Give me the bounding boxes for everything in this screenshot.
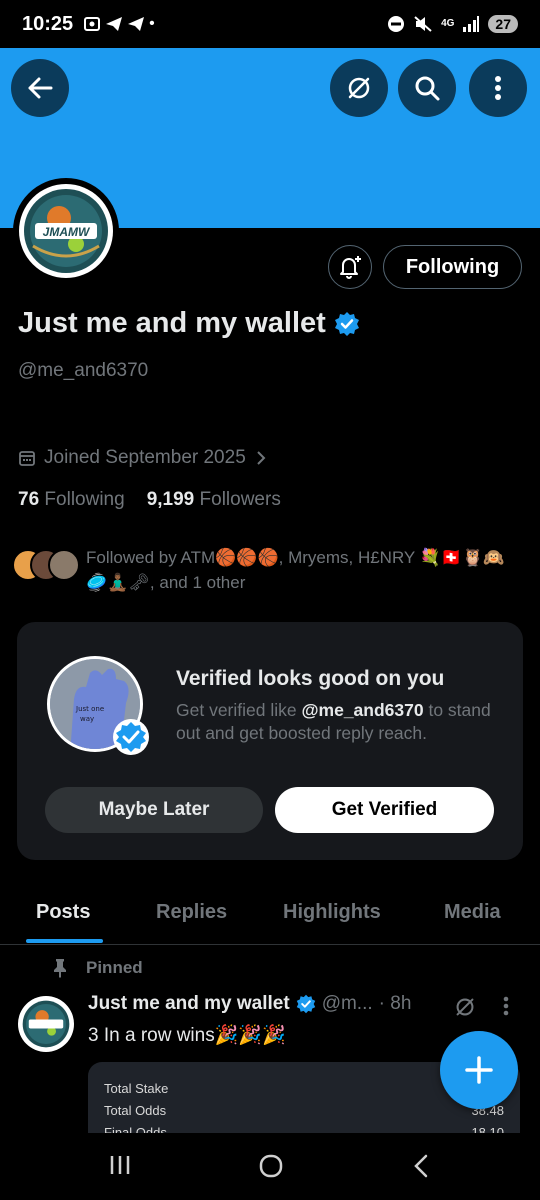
search-icon [415,76,440,101]
grok-icon [348,77,370,99]
followers-count: 9,199 [146,489,195,510]
pin-icon [54,959,66,978]
post-author-name[interactable]: Just me and my wallet [88,993,290,1015]
tab-replies[interactable]: Replies [156,901,227,924]
compose-button[interactable] [440,1031,518,1109]
promo-desc-handle: @me_and6370 [301,700,424,720]
back-button[interactable] [11,59,69,117]
image-row-label: Total Stake [104,1081,169,1096]
follow-stats: 76 Following 9,199 Followers [18,489,281,511]
joined-date: Joined September 2025 [44,447,246,468]
plus-icon [465,1056,493,1084]
tab-media[interactable]: Media [444,901,501,924]
calendar-icon [19,451,35,466]
display-name-text: Just me and my wallet [18,307,326,339]
telegram-icon [106,17,123,31]
pinned-label: Pinned [86,958,143,977]
svg-text:Just one: Just one [75,705,104,713]
followers-stat[interactable]: 9,199 Followers [147,489,281,511]
profile-display-name: Just me and my wallet [18,307,360,340]
avatar [48,549,80,581]
post-author-avatar[interactable] [18,996,74,1052]
post-text: 3 In a row wins🎉🎉🎉 [88,1025,286,1046]
image-row-label: Total Odds [104,1103,167,1118]
home-icon[interactable] [258,1153,284,1179]
get-verified-button[interactable]: Get Verified [275,787,494,833]
tab-highlights[interactable]: Highlights [283,901,381,924]
status-time: 10:25 [22,12,74,35]
grok-icon[interactable] [452,994,478,1020]
more-button[interactable] [469,59,527,117]
status-right: 4G 27 [387,15,518,33]
followed-by-row[interactable]: Followed by ATM🏀🏀🏀, Mryems, H£NRY 💐🇨🇭🦉🙉 … [12,545,532,595]
search-button[interactable] [398,59,456,117]
promo-desc-prefix: Get verified like [176,700,302,720]
avatar-logo-text: JMAMW [42,225,90,239]
telegram-icon [128,17,145,31]
notification-icons: • [83,15,155,33]
joined-row[interactable]: Joined September 2025 [18,447,268,469]
following-label: Following [44,489,125,510]
battery-indicator: 27 [488,15,518,33]
dnd-icon [388,16,405,32]
promo-description: Get verified like @me_and6370 to stand o… [176,699,506,745]
promo-title: Verified looks good on you [176,667,445,690]
post-timestamp: · 8h [378,993,412,1014]
recents-icon[interactable] [108,1153,132,1177]
dot-icon: • [149,15,155,32]
grok-button[interactable] [330,59,388,117]
back-arrow-icon [28,77,53,99]
verified-badge-icon [296,994,315,1014]
profile-tabs: Posts Replies Highlights Media [0,887,540,945]
mute-icon [414,16,432,32]
back-icon[interactable] [410,1153,432,1179]
followed-by-line: 🥏🧘🏾‍♂️🗝, and 1 other [86,573,246,592]
post-author-handle: @m... [321,993,373,1014]
following-button[interactable]: Following [383,245,522,289]
signal-icon [463,16,480,32]
status-bar: 10:25 • 4G 27 [0,0,540,48]
notify-button[interactable] [328,245,372,289]
pinned-label-row: Pinned [52,958,143,978]
system-navbar [0,1133,540,1200]
more-vertical-icon[interactable] [502,995,510,1017]
screenshot-icon [84,17,101,31]
followers-label: Followers [199,489,281,510]
maybe-later-button[interactable]: Maybe Later [45,787,263,833]
svg-text:way: way [80,715,94,723]
chevron-right-icon [257,451,266,465]
tab-posts[interactable]: Posts [36,901,90,924]
more-vertical-icon [495,76,501,100]
following-count: 76 [18,489,40,510]
post-header: Just me and my wallet @m... · 8h [88,993,411,1015]
following-stat[interactable]: 76 Following [18,489,125,511]
active-tab-indicator [26,939,103,943]
jmamw-logo [22,1000,70,1048]
followed-by-avatars [12,545,82,581]
profile-handle: @me_and6370 [18,360,149,381]
followed-by-line: Followed by ATM🏀🏀🏀, Mryems, H£NRY 💐🇨🇭🦉🙉 [86,548,505,567]
followed-by-text: Followed by ATM🏀🏀🏀, Mryems, H£NRY 💐🇨🇭🦉🙉 … [86,545,504,595]
verified-promo-card: Just one way Verified looks good on you … [17,622,523,860]
network-type: 4G [441,18,455,29]
verified-badge-icon[interactable] [334,311,360,337]
bell-plus-icon [340,256,361,279]
verified-badge-icon [113,719,149,755]
